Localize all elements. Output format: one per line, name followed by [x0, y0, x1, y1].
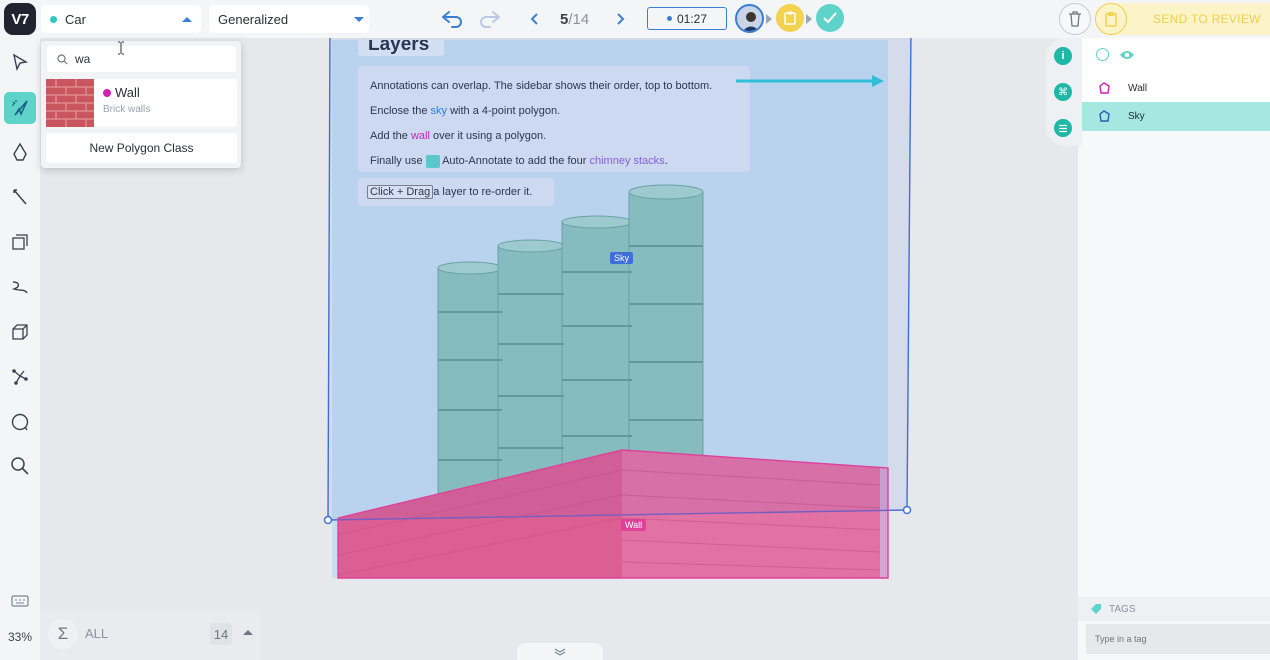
- text-cursor-icon: [118, 41, 124, 55]
- bounding-box-tool-icon[interactable]: [4, 226, 36, 258]
- left-toolbar: 33%: [0, 38, 40, 660]
- previous-item-icon[interactable]: [526, 10, 544, 28]
- stage-arrow-icon-2: [806, 14, 812, 24]
- polygon-tool-icon[interactable]: [4, 136, 36, 168]
- sky-vertex-handle[interactable]: [902, 505, 912, 515]
- complete-stage-icon[interactable]: [816, 4, 844, 32]
- class-result-wall[interactable]: Wall Brick walls: [46, 79, 237, 127]
- stage-arrow-icon: [766, 14, 772, 24]
- filter-all-label[interactable]: ALL: [85, 626, 108, 641]
- sky-vertex-handle-2[interactable]: [323, 515, 333, 525]
- tag-input[interactable]: [1086, 624, 1270, 654]
- next-item-icon[interactable]: [611, 10, 629, 28]
- caret-up-icon-2[interactable]: [243, 630, 253, 635]
- caret-up-icon: [182, 17, 192, 22]
- visibility-eye-icon[interactable]: [1119, 49, 1135, 61]
- keypoint-skeleton-tool-icon[interactable]: [4, 361, 36, 393]
- review-stage-icon[interactable]: [776, 4, 804, 32]
- new-polygon-class-button[interactable]: New Polygon Class: [46, 133, 237, 163]
- shortcut-command-icon[interactable]: ⌘: [1054, 83, 1072, 101]
- layers-panel: Wall Sky TAGS: [1078, 38, 1270, 660]
- polyline-tool-icon[interactable]: [4, 271, 36, 303]
- timer[interactable]: 01:27: [647, 7, 727, 30]
- wall-thumbnail: [46, 79, 94, 127]
- wall-color-dot: [103, 89, 111, 97]
- class-search-input[interactable]: wa: [75, 52, 90, 66]
- zoom-level: 33%: [7, 630, 33, 644]
- sky-polygon[interactable]: [327, 38, 912, 521]
- v7-logo[interactable]: V7: [4, 3, 36, 35]
- layer-item-sky[interactable]: Sky: [1078, 102, 1270, 131]
- class-select-label: Car: [65, 11, 86, 27]
- layer-item-wall[interactable]: Wall: [1078, 74, 1270, 102]
- class-search-box[interactable]: wa: [47, 46, 236, 72]
- layer-name-wall: Wall: [1128, 82, 1148, 94]
- sigma-icon[interactable]: Σ: [48, 619, 78, 649]
- pager: 5 /14: [560, 9, 589, 29]
- layer-name-sky: Sky: [1128, 111, 1145, 122]
- avatar[interactable]: [735, 4, 764, 33]
- zoom-tool-icon[interactable]: [4, 450, 36, 482]
- tags-header: TAGS: [1078, 597, 1270, 621]
- search-icon: [57, 53, 68, 64]
- wall-polygon-icon: [1099, 81, 1110, 94]
- pager-total: /14: [568, 10, 590, 28]
- brush-tool-icon[interactable]: [4, 181, 36, 213]
- redo-icon[interactable]: [476, 6, 504, 32]
- item-count: 14: [210, 623, 232, 645]
- keyboard-shortcuts-icon[interactable]: [4, 586, 36, 618]
- timer-value: 01:27: [676, 11, 708, 26]
- auto-annotate-tool-icon[interactable]: [4, 92, 36, 124]
- cuboid-tool-icon[interactable]: [4, 316, 36, 348]
- bottom-filter-bar: Σ ALL 14: [40, 609, 260, 660]
- class-result-description: Brick walls: [103, 104, 151, 115]
- undo-icon[interactable]: [438, 6, 466, 32]
- class-dropdown: wa Wall Brick walls New Polygon Class: [41, 41, 241, 168]
- info-icon[interactable]: i: [1054, 47, 1072, 65]
- class-color-dot: [50, 15, 57, 23]
- mode-select[interactable]: Generalized: [209, 5, 369, 33]
- caret-down-icon: [354, 17, 364, 22]
- send-to-review-label: SEND TO REVIEW: [1153, 12, 1261, 26]
- class-result-name: Wall: [115, 85, 140, 100]
- tag-icon: [1091, 604, 1101, 614]
- pager-current: 5: [560, 10, 569, 28]
- class-select[interactable]: Car: [41, 5, 201, 33]
- clipboard-icon: [1095, 3, 1127, 35]
- sky-label: Sky: [610, 252, 634, 264]
- panel-tab-strip: i ⌘: [1046, 38, 1082, 146]
- layers-list-icon[interactable]: [1054, 119, 1072, 137]
- comment-tool-icon[interactable]: [4, 406, 36, 438]
- select-all-circle-icon[interactable]: [1096, 48, 1109, 61]
- tags-label: TAGS: [1109, 603, 1136, 615]
- wall-label: Wall: [621, 519, 647, 531]
- send-to-review-button[interactable]: SEND TO REVIEW: [1095, 3, 1270, 35]
- layers-header: [1078, 38, 1270, 74]
- top-bar: V7 Car Generalized 5 /14 01:27 SEND TO R…: [0, 0, 1270, 38]
- expand-panel-chevron-icon[interactable]: [517, 643, 603, 660]
- select-tool-icon[interactable]: [4, 46, 36, 78]
- mode-select-label: Generalized: [218, 11, 289, 27]
- trash-icon[interactable]: [1059, 3, 1091, 35]
- sky-polygon-icon: [1099, 110, 1110, 122]
- timer-dot: [666, 16, 672, 21]
